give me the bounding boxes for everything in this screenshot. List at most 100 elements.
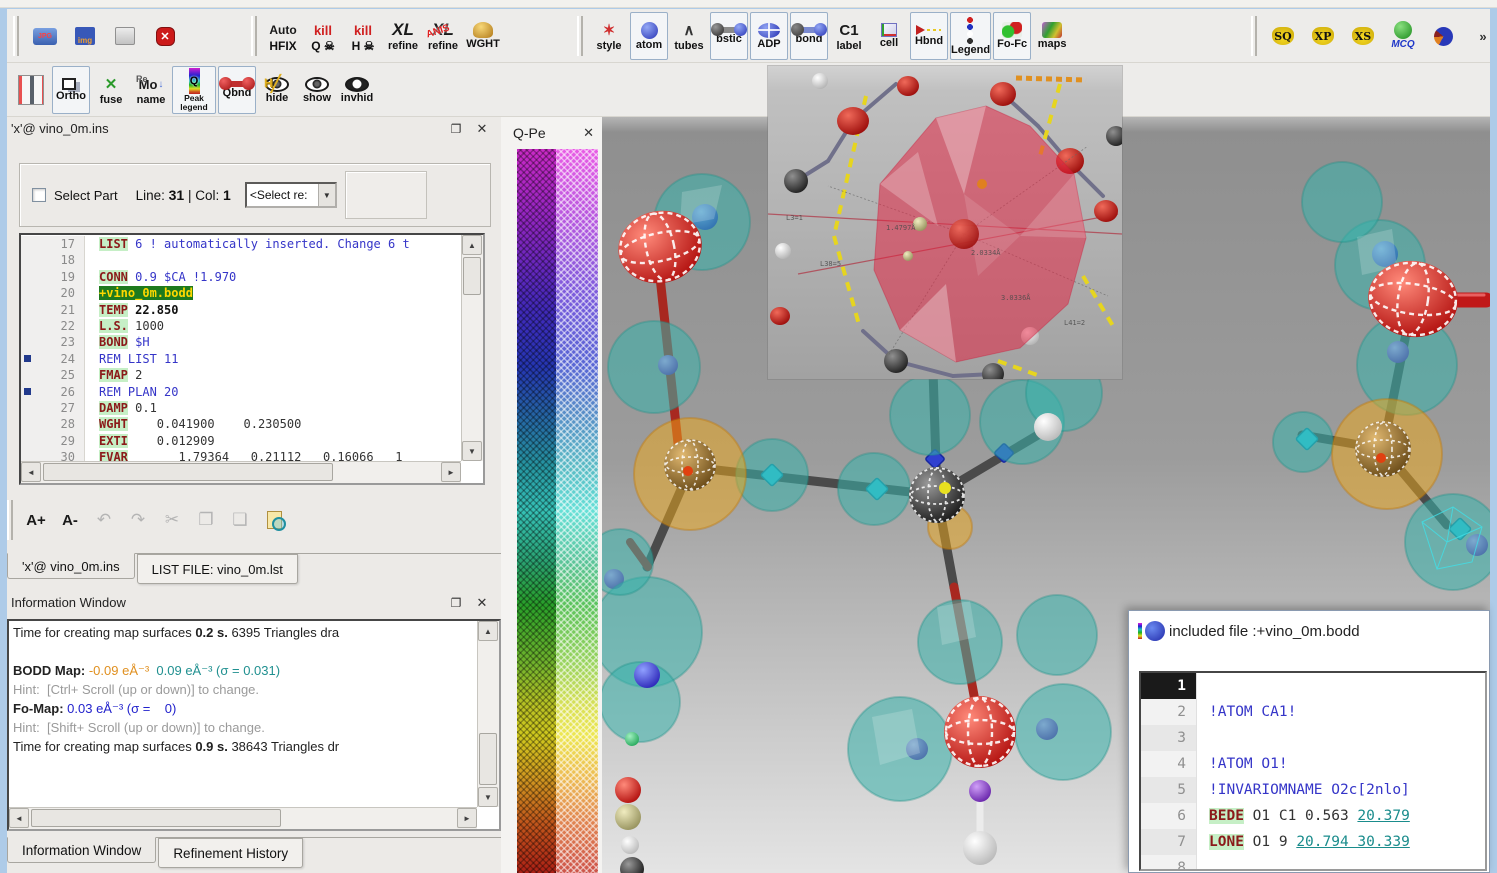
scroll-up-icon[interactable]: ▲ xyxy=(478,621,498,641)
auto-hfix-button[interactable]: Auto HFIX xyxy=(264,12,302,60)
fuse-button[interactable]: ✕ fuse xyxy=(92,66,130,114)
editor-line[interactable]: 2 !ATOM CA1! xyxy=(1141,699,1485,725)
shelxle-logo-button[interactable] xyxy=(1424,12,1462,60)
toolbar-grip[interactable] xyxy=(13,16,19,56)
editor-line[interactable]: 3 xyxy=(1141,725,1485,751)
stop-button[interactable]: ✕ xyxy=(146,12,184,60)
toolbar-grip[interactable] xyxy=(1251,16,1257,56)
adp-button[interactable]: ADP xyxy=(750,12,788,60)
font-decrease-button[interactable]: A- xyxy=(54,500,86,540)
peak-legend-button[interactable]: Q Peak legend xyxy=(172,66,216,114)
save-image-button[interactable]: img xyxy=(66,12,104,60)
editor-line[interactable]: 23 BOND $H xyxy=(21,334,461,350)
bond-button[interactable]: bond xyxy=(790,12,828,60)
editor-line[interactable]: 27 DAMP 0.1 xyxy=(21,400,461,416)
editor-line[interactable]: 1 xyxy=(1141,673,1485,699)
menu-bar-sliver[interactable] xyxy=(0,0,1497,8)
float-panel-button[interactable]: ❐ xyxy=(447,120,465,138)
tab-information-window[interactable]: Information Window xyxy=(7,837,156,863)
mcq-button[interactable]: MCQ xyxy=(1384,12,1422,60)
bodd-code-editor[interactable]: 1 2 !ATOM CA1! 3 4 !A xyxy=(1139,671,1487,871)
xp-button[interactable]: XP xyxy=(1304,12,1342,60)
save-button[interactable] xyxy=(106,12,144,60)
wght-button[interactable]: WGHT xyxy=(464,12,502,60)
rename-button[interactable]: Mo Re name xyxy=(132,66,170,114)
xs-button[interactable]: XS xyxy=(1344,12,1382,60)
kill-q-button[interactable]: kill Q ☠ xyxy=(304,12,342,60)
font-increase-button[interactable]: A+ xyxy=(20,500,52,540)
tubes-button[interactable]: ∧ tubes xyxy=(670,12,708,60)
toolbar-grip[interactable] xyxy=(577,16,583,56)
hide-button[interactable]: H hide xyxy=(258,66,296,114)
tab-refinement-history[interactable]: Refinement History xyxy=(158,838,303,868)
find-button[interactable] xyxy=(258,500,290,540)
spare-button[interactable] xyxy=(345,171,427,219)
editor-line[interactable]: 24 REM LIST 11 xyxy=(21,351,461,367)
fofc-button[interactable]: Fo-Fc xyxy=(993,12,1031,60)
editor-line[interactable]: 30 FVAR 1.79364 0.21112 0.16066 1 xyxy=(21,449,461,461)
toolbar-overflow-button[interactable]: » xyxy=(1464,12,1497,60)
scroll-up-icon[interactable]: ▲ xyxy=(462,235,482,255)
redo-button[interactable]: ↷ xyxy=(122,500,154,540)
close-panel-button[interactable]: ✕ xyxy=(473,594,491,612)
style-button[interactable]: ✶ style xyxy=(590,12,628,60)
scroll-left-icon[interactable]: ◄ xyxy=(9,808,29,828)
scroll-down-icon[interactable]: ▼ xyxy=(478,787,498,807)
squeeze-button[interactable]: SQ xyxy=(1264,12,1302,60)
cut-button[interactable]: ✂ xyxy=(156,500,188,540)
invhid-button[interactable]: invhid xyxy=(338,66,376,114)
vscroll-thumb[interactable] xyxy=(463,257,481,295)
editor-line[interactable]: 8 xyxy=(1141,855,1485,871)
chevron-down-icon[interactable]: ▼ xyxy=(318,184,335,206)
editor-line[interactable]: 19 CONN 0.9 $CA !1.970 xyxy=(21,269,461,285)
copy-button[interactable]: ❐ xyxy=(190,500,222,540)
editor-line[interactable]: 20 +vino_0m.bodd xyxy=(21,285,461,301)
dock-layout-button[interactable] xyxy=(12,66,50,114)
info-vscrollbar[interactable]: ▲ ▼ xyxy=(477,621,499,807)
label-button[interactable]: C1 label xyxy=(830,12,868,60)
residue-select-dropdown[interactable]: <Select re: ▼ xyxy=(245,182,337,208)
atom-button[interactable]: atom xyxy=(630,12,668,60)
editor-line[interactable]: 21 TEMP 22.850 xyxy=(21,302,461,318)
ortho-button[interactable]: Ortho xyxy=(52,66,90,114)
cell-button[interactable]: cell xyxy=(870,12,908,60)
scroll-right-icon[interactable]: ► xyxy=(457,808,477,828)
editor-vscrollbar[interactable]: ▲ ▼ xyxy=(461,235,483,461)
info-hscrollbar[interactable]: ◄ ► xyxy=(9,807,477,829)
editor-line[interactable]: 18 xyxy=(21,252,461,268)
vscroll-thumb[interactable] xyxy=(479,733,497,785)
editor-line[interactable]: 5 !INVARIOMNAME O2c[2nlo] xyxy=(1141,777,1485,803)
editor-line[interactable]: 29 EXTI 0.012909 xyxy=(21,433,461,449)
xl-refine-anis-button[interactable]: XL ANIS refine xyxy=(424,12,462,60)
information-window[interactable]: Time for creating map surfaces 0.2 s. 63… xyxy=(7,619,501,831)
hbnd-button[interactable]: Hbnd xyxy=(910,12,948,60)
scroll-right-icon[interactable]: ► xyxy=(441,462,461,482)
editor-hscrollbar[interactable]: ◄ ► xyxy=(21,461,461,483)
paste-button[interactable]: ❏ xyxy=(224,500,256,540)
ins-code-editor[interactable]: 17 LIST 6 ! automatically inserted. Chan… xyxy=(19,233,485,485)
show-button[interactable]: show xyxy=(298,66,336,114)
scroll-down-icon[interactable]: ▼ xyxy=(462,441,482,461)
editor-line[interactable]: 17 LIST 6 ! automatically inserted. Chan… xyxy=(21,236,461,252)
editor-line[interactable]: 28 WGHT 0.041900 0.230500 xyxy=(21,416,461,432)
editor-line[interactable]: 7 LONE O1 9 20.794 30.339 xyxy=(1141,829,1485,855)
hscroll-thumb[interactable] xyxy=(31,809,281,827)
editor-line[interactable]: 6 BEDE O1 C1 0.563 20.379 xyxy=(1141,803,1485,829)
xl-refine-button[interactable]: XL refine xyxy=(384,12,422,60)
close-panel-button[interactable]: ✕ xyxy=(473,120,491,138)
legend-button[interactable]: Legend xyxy=(950,12,991,60)
undo-button[interactable]: ↶ xyxy=(88,500,120,540)
select-part-checkbox[interactable] xyxy=(32,188,46,202)
tab-ins-file[interactable]: 'x'@ vino_0m.ins xyxy=(7,553,135,579)
maps-button[interactable]: maps xyxy=(1033,12,1071,60)
float-panel-button[interactable]: ❐ xyxy=(447,594,465,612)
qbnd-button[interactable]: Qbnd xyxy=(218,66,256,114)
kill-h-button[interactable]: kill H ☠ xyxy=(344,12,382,60)
toolbar-grip[interactable] xyxy=(251,16,257,56)
export-jpg-button[interactable]: JPG xyxy=(26,12,64,60)
editor-line[interactable]: 26 REM PLAN 20 xyxy=(21,384,461,400)
editor-line[interactable]: 25 FMAP 2 xyxy=(21,367,461,383)
editor-line[interactable]: 4 !ATOM O1! xyxy=(1141,751,1485,777)
hscroll-thumb[interactable] xyxy=(43,463,333,481)
bstic-button[interactable]: bstic xyxy=(710,12,748,60)
